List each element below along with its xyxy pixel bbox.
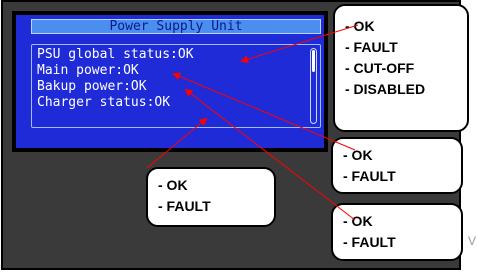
edge-text: V (468, 234, 477, 248)
arrow-charger (146, 117, 208, 169)
arrow-bakup-power (184, 88, 356, 221)
arrow-psu-global (240, 24, 359, 64)
callout-arrows (146, 24, 359, 221)
arrow-main-power (172, 72, 356, 151)
